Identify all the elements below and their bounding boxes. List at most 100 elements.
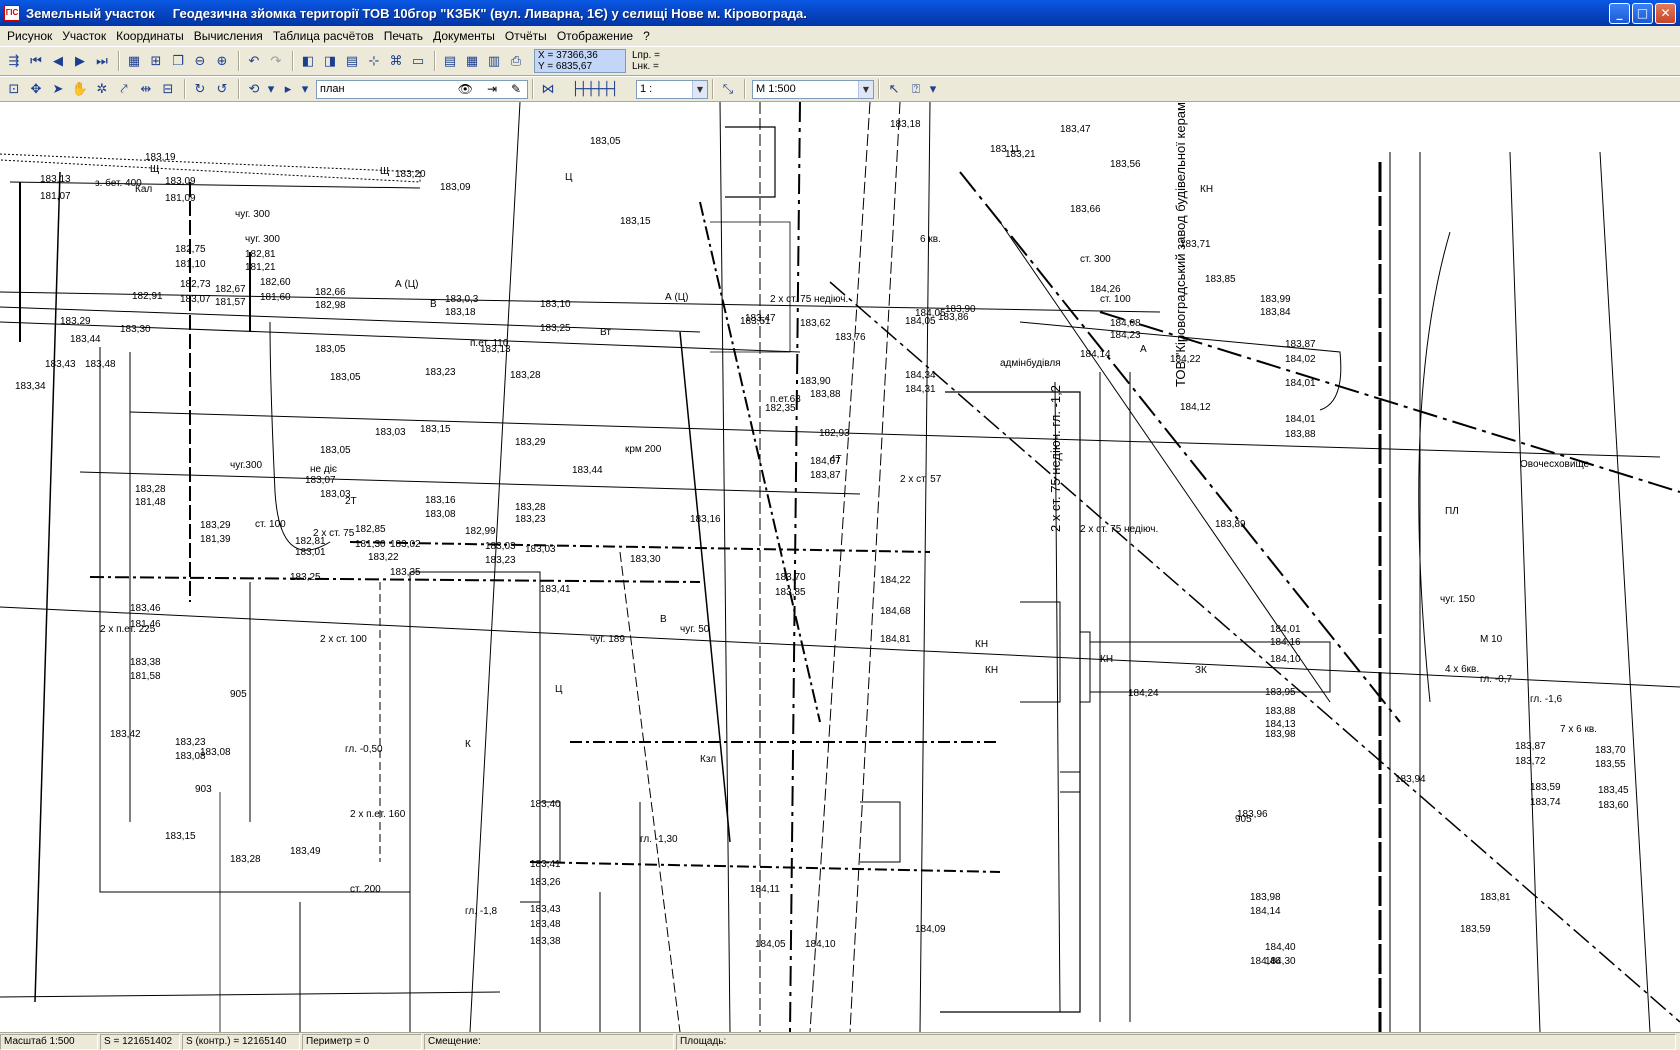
menu-dokumenty[interactable]: Документы <box>428 29 500 43</box>
eye-icon[interactable]: 👁 <box>458 82 473 96</box>
prev-icon[interactable]: ◀ <box>48 51 68 71</box>
chevron-down-icon[interactable]: ▼ <box>692 80 707 98</box>
redo-icon[interactable]: ↷ <box>266 51 286 71</box>
minimize-button[interactable]: _ <box>1609 3 1630 24</box>
cross-icon[interactable]: ⋈ <box>538 79 558 99</box>
elevation-label: 183,10 <box>540 299 571 310</box>
select-arrow-icon[interactable]: ↖ <box>884 79 904 99</box>
pointer-icon[interactable]: ▸ <box>278 79 298 99</box>
elevation-label: 183,16 <box>690 514 721 525</box>
zoom-window-icon[interactable]: ⊡ <box>4 79 24 99</box>
tree-icon[interactable]: ⌘ <box>386 51 406 71</box>
close-button[interactable]: ✕ <box>1655 3 1676 24</box>
elevation-label: 183,29 <box>60 316 91 327</box>
node-icon[interactable]: ✲ <box>92 79 112 99</box>
elevation-label: 183,15 <box>420 424 451 435</box>
scale-select[interactable]: M 1:500 ▼ <box>752 79 874 99</box>
help-dropdown-icon[interactable]: ▾ <box>928 79 938 99</box>
redraw-icon[interactable]: ↺ <box>212 79 232 99</box>
map-annotation: чуг. 300 <box>235 209 270 220</box>
elevation-label: 183,03 <box>525 544 556 555</box>
layer-icon[interactable]: ▤ <box>342 51 362 71</box>
zoom-in-icon[interactable]: ⊕ <box>212 51 232 71</box>
menu-koordinaty[interactable]: Координаты <box>111 29 189 43</box>
folder-icon[interactable]: ▭ <box>408 51 428 71</box>
frame-right-icon[interactable]: ◨ <box>320 51 340 71</box>
undo-icon[interactable]: ↶ <box>244 51 264 71</box>
chevron-down-icon[interactable]: ▼ <box>858 80 873 98</box>
table-icon[interactable]: ▦ <box>462 51 482 71</box>
vertex-icon[interactable]: ⊟ <box>158 79 178 99</box>
survey-drawing[interactable]: 183,19 183,13 181,07 183,09 181,09 183,20 183,… <box>0 102 1680 1032</box>
zoom-out-icon[interactable]: ⊖ <box>190 51 210 71</box>
layer-value: план <box>320 83 345 95</box>
map-annotation: А (Ц) <box>665 292 689 303</box>
layer-select[interactable]: план 👁 ⇥ ✎ <box>316 79 528 99</box>
elevation-label: 181,57 <box>215 297 246 308</box>
help-cursor-icon[interactable]: ⍰ <box>906 79 926 99</box>
elevation-label: 183,05 <box>320 445 351 456</box>
menu-uchastok[interactable]: Участок <box>57 29 111 43</box>
map-annotation: ст. 100 <box>1100 294 1131 305</box>
document-icon[interactable]: ▤ <box>440 51 460 71</box>
map-annotation: В <box>430 299 437 310</box>
select-icon[interactable]: ➤ <box>48 79 68 99</box>
first-icon[interactable]: ⏮ <box>26 51 46 71</box>
pencil-icon[interactable]: ✎ <box>511 82 521 96</box>
print-icon[interactable]: ⎙ <box>506 51 526 71</box>
elevation-label: 183,48 <box>530 919 561 930</box>
last-icon[interactable]: ⏭ <box>92 51 112 71</box>
grid-icon[interactable]: ▦ <box>124 51 144 71</box>
ruler-icon[interactable]: ├┼┼┼┼┤ <box>560 79 630 99</box>
ratio-select[interactable]: 1 : ▼ <box>636 79 708 99</box>
elevation-label: 183,11 <box>990 144 1020 155</box>
rotate-dropdown-icon[interactable]: ▾ <box>266 79 276 99</box>
hand-icon[interactable]: ✋ <box>70 79 90 99</box>
elevation-label: 183,49 <box>290 846 321 857</box>
elevation-label: 183,34 <box>15 381 46 392</box>
elevation-label: 183,47 <box>1060 124 1091 135</box>
elevation-label: 183,87 <box>810 470 841 481</box>
menu-risunok[interactable]: Рисунок <box>2 29 57 43</box>
rotate-icon[interactable]: ⟲ <box>244 79 264 99</box>
measure-icon[interactable]: ⇹ <box>136 79 156 99</box>
map-annotation: А (Ц) <box>395 279 419 290</box>
menu-vychisleniya[interactable]: Вычисления <box>189 29 268 43</box>
app-icon[interactable]: ГІС <box>4 5 20 21</box>
elevation-label: 184,02 <box>1285 354 1316 365</box>
link-icon[interactable]: ⇥ <box>487 82 497 96</box>
elevation-label: 184,22 <box>880 575 911 586</box>
map-annotation: не діє <box>310 464 337 475</box>
frame-left-icon[interactable]: ◧ <box>298 51 318 71</box>
pointer-dropdown-icon[interactable]: ▾ <box>300 79 310 99</box>
maximize-button[interactable]: □ <box>1632 3 1653 24</box>
map-annotation: Овочесховище <box>1520 459 1590 470</box>
elevation-label: 183,47 <box>745 313 776 324</box>
snap-icon[interactable]: ⤤ <box>114 79 134 99</box>
menu-pechat[interactable]: Печать <box>379 29 428 43</box>
pan-icon[interactable]: ✥ <box>26 79 46 99</box>
elevation-label: 183,35 <box>390 567 421 578</box>
menu-help[interactable]: ? <box>638 29 655 43</box>
scale-marker-icon[interactable]: ⤡ <box>718 79 738 99</box>
title-bar[interactable]: ГІС Земельный участок Геодезична зйомка … <box>0 0 1680 26</box>
map-canvas[interactable]: 183,19 183,13 181,07 183,09 181,09 183,20 183,… <box>0 102 1680 1032</box>
next-icon[interactable]: ▶ <box>70 51 90 71</box>
map-annotation: 4 х 6кв. <box>1445 664 1479 675</box>
network-icon[interactable]: ⊹ <box>364 51 384 71</box>
report-icon[interactable]: ▥ <box>484 51 504 71</box>
menu-otobrazhenie[interactable]: Отображение <box>552 29 638 43</box>
map-annotation: чуг.300 <box>230 460 263 471</box>
polyline-icon[interactable]: ⇶ <box>4 51 24 71</box>
elevation-label: 184,05 <box>755 939 786 950</box>
menu-tablica[interactable]: Таблица расчётов <box>268 29 379 43</box>
elevation-label: 183,38 <box>530 936 561 947</box>
elevation-label: 183,74 <box>1530 797 1561 808</box>
elevation-label: 183,23 <box>425 367 456 378</box>
copy-icon[interactable]: ❐ <box>168 51 188 71</box>
menu-otchety[interactable]: Отчёты <box>500 29 552 43</box>
map-annotation: КН <box>1200 184 1213 195</box>
refresh-icon[interactable]: ↻ <box>190 79 210 99</box>
zoom-all-icon[interactable]: ⊞ <box>146 51 166 71</box>
map-annotation: гл. -0,50 <box>345 744 383 755</box>
